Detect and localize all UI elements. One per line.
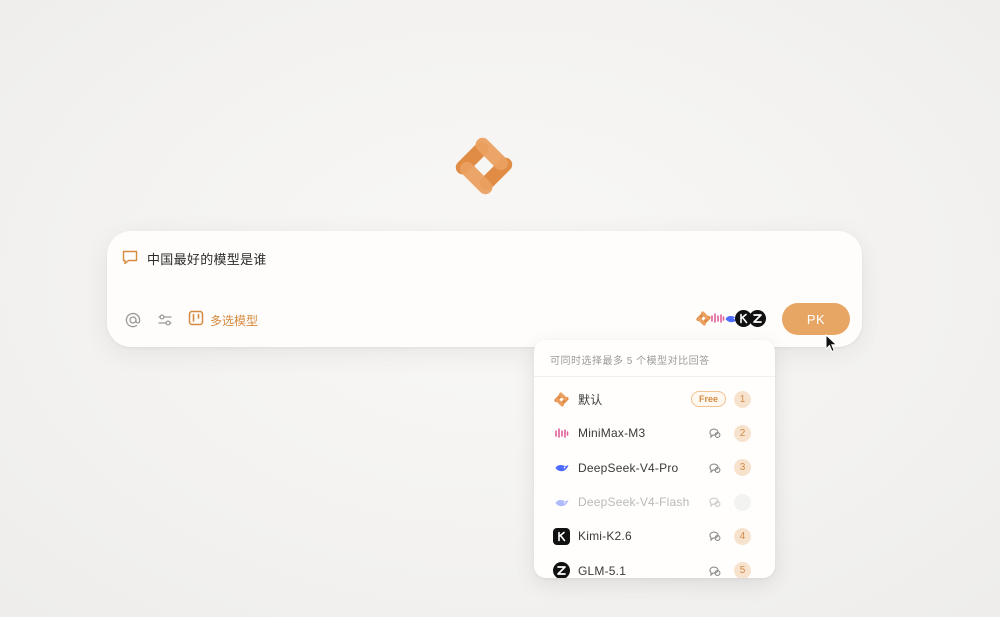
selected-models-stack[interactable] [695,310,767,328]
kimi-icon [553,527,570,545]
kanban-icon [188,310,204,331]
model-item-minimax-m3[interactable]: MiniMax-M3 2 [534,416,775,450]
deepseek-icon [553,459,570,476]
model-name: Kimi-K2.6 [578,529,632,544]
mouse-cursor-icon [825,333,839,354]
prompt-text[interactable]: 中国最好的模型是谁 [147,249,267,268]
selection-order-badge [734,493,751,511]
model-name: DeepSeek-V4-Pro [578,460,679,475]
selection-order-badge: 1 [734,390,751,408]
model-select-dropdown[interactable]: 可同时选择最多 5 个模型对比回答 默认 Free 1 MiniMax-M3 2 [534,340,775,578]
chat-input-box[interactable]: 中国最好的模型是谁 多选模型 PK [107,231,862,347]
minimax-icon [553,425,570,442]
glm-icon [749,310,766,327]
glm-icon [553,562,570,578]
dropdown-header: 可同时选择最多 5 个模型对比回答 [534,340,775,377]
model-item-default[interactable]: 默认 Free 1 [534,382,775,416]
model-item-glm-5-1[interactable]: GLM-5.1 5 [534,553,775,578]
thinking-icon [708,529,722,543]
free-badge: Free [690,391,726,408]
selection-order-badge: 5 [734,562,751,578]
thinking-icon [708,426,722,440]
model-item-kimi-k2-6[interactable]: Kimi-K2.6 4 [534,519,775,553]
thinking-icon [708,564,722,578]
model-name: MiniMax-M3 [578,426,646,441]
multi-select-label: 多选模型 [210,314,259,328]
multi-select-models-button[interactable]: 多选模型 [188,310,258,331]
at-mention-icon[interactable] [124,311,142,329]
model-name: GLM-5.1 [578,563,627,578]
chat-bubble-icon [121,248,139,266]
model-name: 默认 [578,392,603,407]
model-list: 默认 Free 1 MiniMax-M3 2 DeepSeek-V4-Pro 3 [534,377,775,578]
selection-order-badge: 4 [734,527,751,545]
sliders-icon[interactable] [156,311,174,329]
thinking-icon [708,495,722,509]
model-item-deepseek-v4-pro[interactable]: DeepSeek-V4-Pro 3 [534,451,775,485]
brand-logo-icon [449,132,519,200]
pk-button[interactable]: PK [782,303,850,335]
brand-logo-icon [553,391,570,408]
selection-order-badge: 2 [734,424,751,442]
selection-order-badge: 3 [734,459,751,477]
model-name: DeepSeek-V4-Flash [578,495,690,510]
thinking-icon [708,461,722,475]
deepseek-icon [553,494,570,511]
model-item-deepseek-v4-flash[interactable]: DeepSeek-V4-Flash [534,485,775,519]
